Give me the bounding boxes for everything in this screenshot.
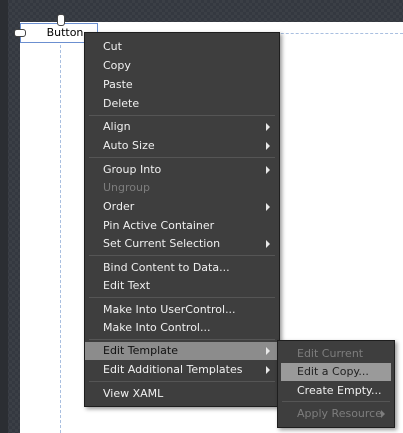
resize-handle-left[interactable] xyxy=(14,29,26,37)
menu-item-auto-size-label: Auto Size xyxy=(103,139,155,152)
menu-separator xyxy=(282,401,390,402)
menu-item-set-current-selection-label: Set Current Selection xyxy=(103,237,221,250)
menu-separator xyxy=(89,339,275,340)
menu-separator xyxy=(89,115,275,116)
submenu-arrow-icon xyxy=(381,410,385,418)
menu-item-copy-label: Copy xyxy=(103,59,131,72)
menu-item-edit-text-label: Edit Text xyxy=(103,279,151,292)
edit-template-submenu: Edit Current Edit a Copy... Create Empty… xyxy=(277,340,395,428)
submenu-item-edit-current: Edit Current xyxy=(278,345,394,363)
menu-item-cut-label: Cut xyxy=(103,40,122,53)
menu-item-view-xaml-label: View XAML xyxy=(103,387,164,400)
menu-item-make-into-control-label: Make Into Control... xyxy=(103,321,211,334)
menu-item-delete[interactable]: Delete xyxy=(85,95,279,113)
menu-item-group-into[interactable]: Group Into xyxy=(85,161,279,179)
selected-button-label: Button xyxy=(46,26,84,39)
menu-item-edit-additional-templates-label: Edit Additional Templates xyxy=(103,363,243,376)
menu-item-pin-active-container-label: Pin Active Container xyxy=(103,219,215,232)
submenu-arrow-icon xyxy=(266,142,270,150)
menu-item-make-into-usercontrol-label: Make Into UserControl... xyxy=(103,303,236,316)
menu-item-paste[interactable]: Paste xyxy=(85,76,279,94)
menu-item-edit-additional-templates[interactable]: Edit Additional Templates xyxy=(85,361,279,379)
submenu-arrow-icon xyxy=(266,123,270,131)
menu-item-auto-size[interactable]: Auto Size xyxy=(85,137,279,155)
menu-separator xyxy=(89,297,275,298)
submenu-arrow-icon xyxy=(266,347,270,355)
menu-item-view-xaml[interactable]: View XAML xyxy=(85,385,279,403)
left-edge-strip xyxy=(0,0,8,433)
menu-item-cut[interactable]: Cut xyxy=(85,38,279,56)
menu-item-delete-label: Delete xyxy=(103,97,140,110)
menu-item-align-label: Align xyxy=(103,120,131,133)
submenu-item-create-empty-label: Create Empty... xyxy=(297,384,382,397)
submenu-item-apply-resource-label: Apply Resource xyxy=(297,407,382,420)
menu-item-ungroup-label: Ungroup xyxy=(103,181,150,194)
submenu-arrow-icon xyxy=(266,166,270,174)
menu-item-paste-label: Paste xyxy=(103,78,133,91)
menu-item-edit-template-label: Edit Template xyxy=(103,344,178,357)
menu-item-edit-text[interactable]: Edit Text xyxy=(85,277,279,295)
menu-item-order-label: Order xyxy=(103,200,135,213)
submenu-item-edit-a-copy-label: Edit a Copy... xyxy=(297,365,369,378)
menu-item-make-into-control[interactable]: Make Into Control... xyxy=(85,319,279,337)
menu-separator xyxy=(89,157,275,158)
menu-item-make-into-usercontrol[interactable]: Make Into UserControl... xyxy=(85,301,279,319)
menu-item-order[interactable]: Order xyxy=(85,198,279,216)
menu-item-align[interactable]: Align xyxy=(85,118,279,136)
menu-item-set-current-selection[interactable]: Set Current Selection xyxy=(85,235,279,253)
menu-item-edit-template[interactable]: Edit Template xyxy=(85,342,279,360)
menu-item-ungroup: Ungroup xyxy=(85,179,279,197)
context-menu: Cut Copy Paste Delete Align Auto Size Gr… xyxy=(84,32,280,407)
menu-separator xyxy=(89,381,275,382)
menu-separator xyxy=(89,255,275,256)
submenu-arrow-icon xyxy=(266,203,270,211)
menu-item-bind-content-to-data[interactable]: Bind Content to Data... xyxy=(85,259,279,277)
layout-guide-vertical xyxy=(60,40,61,433)
submenu-arrow-icon xyxy=(266,366,270,374)
menu-item-copy[interactable]: Copy xyxy=(85,57,279,75)
submenu-item-edit-current-label: Edit Current xyxy=(297,347,364,360)
resize-handle-top[interactable] xyxy=(57,14,65,26)
submenu-arrow-icon xyxy=(266,240,270,248)
submenu-item-apply-resource: Apply Resource xyxy=(278,405,394,423)
menu-item-group-into-label: Group Into xyxy=(103,163,162,176)
submenu-item-edit-a-copy[interactable]: Edit a Copy... xyxy=(281,363,391,381)
menu-item-pin-active-container[interactable]: Pin Active Container xyxy=(85,217,279,235)
submenu-item-create-empty[interactable]: Create Empty... xyxy=(278,382,394,400)
menu-item-bind-content-to-data-label: Bind Content to Data... xyxy=(103,261,230,274)
